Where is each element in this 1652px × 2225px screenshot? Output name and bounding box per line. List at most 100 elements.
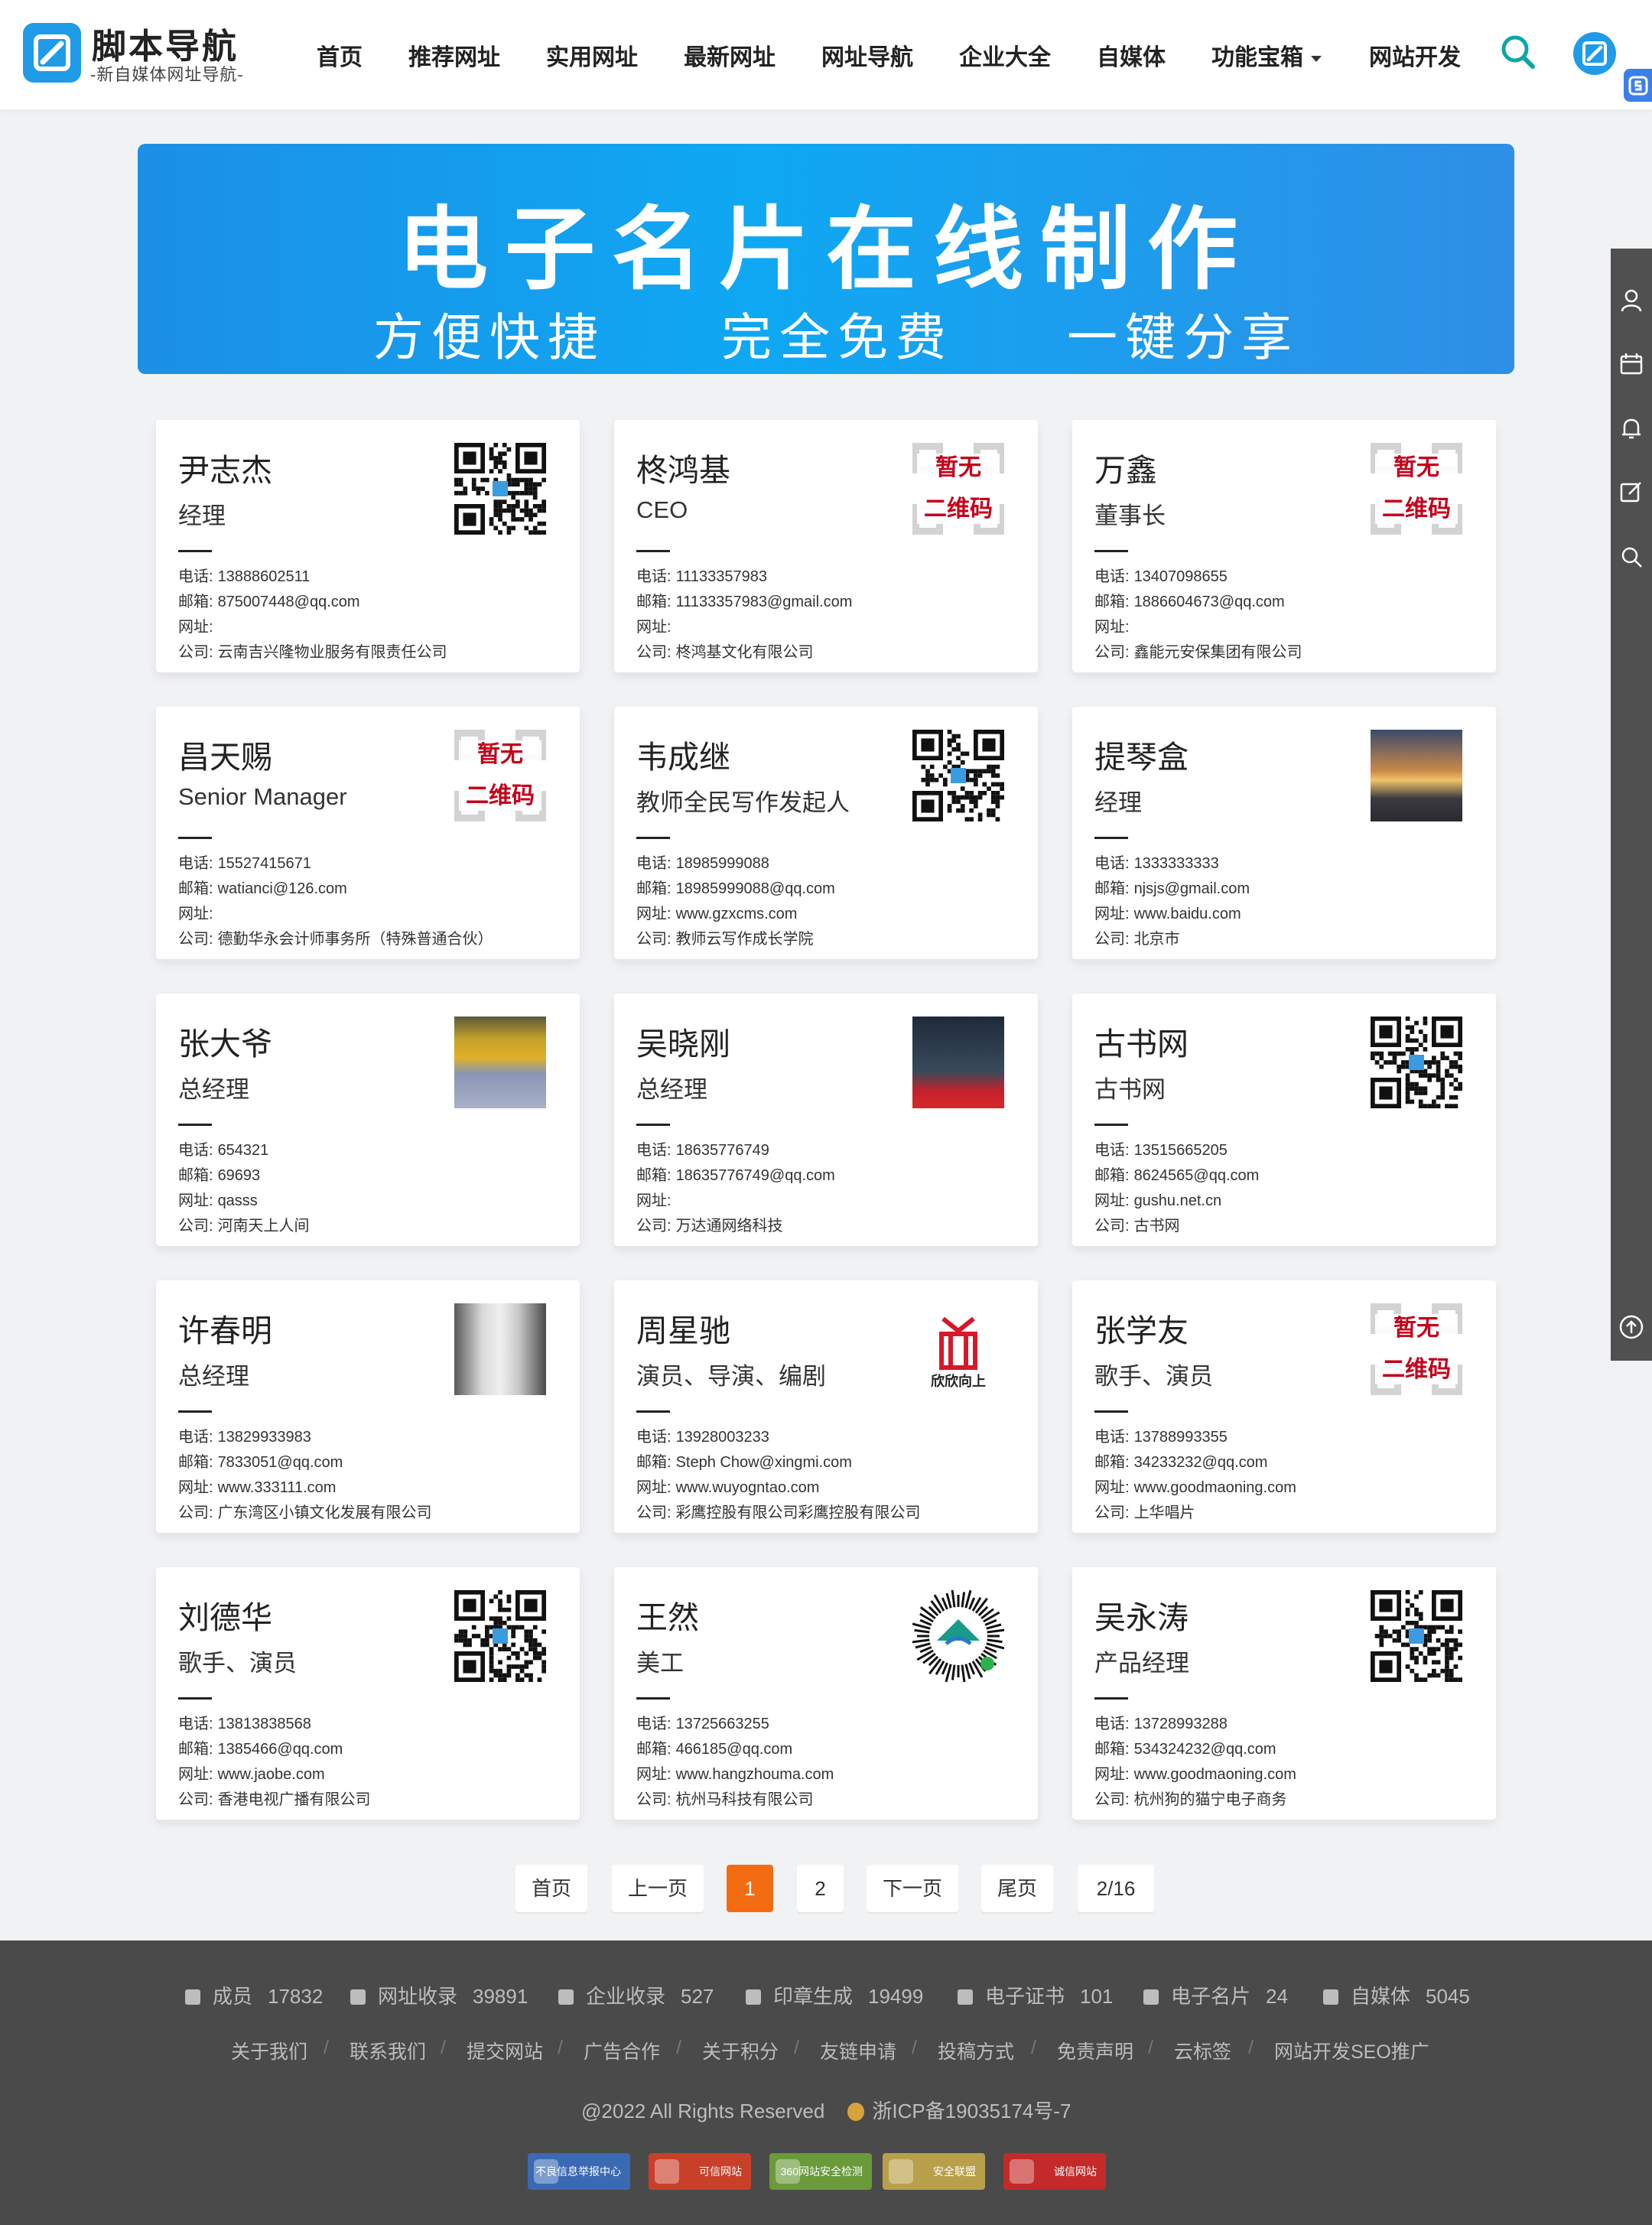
business-card[interactable]: 周星驰 演员、导演、编剧 电话: 13928003233 邮箱: Steph Chow@x…: [614, 1280, 1038, 1533]
business-card[interactable]: 昌天赐 Senior Manager 电话: 15527415671 邮箱: watian…: [156, 707, 580, 959]
nav-companies[interactable]: 企业大全: [959, 38, 1051, 72]
nav-home[interactable]: 首页: [317, 38, 363, 72]
stat-cards[interactable]: 电子名片 24: [1143, 1981, 1288, 2009]
nav-recommended[interactable]: 推荐网址: [408, 38, 500, 72]
business-card[interactable]: 吴永涛 产品经理 电话: 13728993288 邮箱: 534324232@qq.com…: [1072, 1567, 1496, 1820]
mini-program-code-image[interactable]: [911, 1589, 1006, 1683]
card-website[interactable]: www.jaobe.com: [218, 1766, 325, 1783]
card-job-title: 经理: [178, 503, 226, 529]
card-phone: 1333333333: [1133, 855, 1219, 872]
card-website[interactable]: www.wuyogntao.com: [676, 1479, 820, 1496]
user-avatar[interactable]: [1573, 32, 1616, 75]
card-email: njsjs@gmail.com: [1133, 880, 1250, 897]
business-card[interactable]: 刘德华 歌手、演员 电话: 13813838568 邮箱: 1385466@qq.com 网…: [156, 1567, 580, 1820]
footer-link[interactable]: 云标签: [1174, 2037, 1231, 2064]
page-prev-button[interactable]: 上一页: [612, 1865, 704, 1912]
page-2-button[interactable]: 2: [797, 1865, 844, 1912]
card-email-label: 邮箱:: [178, 1454, 213, 1471]
icp-link[interactable]: 浙ICP备19035174号-7: [847, 2100, 1071, 2123]
qr-code-image[interactable]: [454, 1590, 546, 1682]
back-to-top-icon[interactable]: [1618, 1313, 1645, 1341]
bell-icon[interactable]: [1618, 415, 1645, 442]
company-logo[interactable]: 欣欣向上: [912, 1303, 1004, 1395]
nav-toolbox[interactable]: 功能宝箱: [1211, 38, 1322, 72]
business-card[interactable]: 许春明 总经理 电话: 13829933983 邮箱: 7833051@qq.com 网址:…: [156, 1280, 580, 1533]
business-card[interactable]: 吴晓刚 总经理 电话: 18635776749 邮箱: 18635776749@qq.co…: [614, 994, 1038, 1246]
stat-seals[interactable]: 印章生成 19499: [746, 1981, 923, 2009]
business-card[interactable]: 张学友 歌手、演员 电话: 13788993355 邮箱: 34233232@qq.com…: [1072, 1280, 1496, 1533]
stat-certificates[interactable]: 电子证书 101: [958, 1981, 1113, 2009]
card-website[interactable]: www.goodmaoning.com: [1134, 1479, 1296, 1496]
footer-link[interactable]: 网站开发SEO推广: [1274, 2037, 1429, 2064]
page-last-button[interactable]: 尾页: [981, 1865, 1053, 1912]
card-website[interactable]: www.333111.com: [218, 1479, 337, 1496]
search-icon[interactable]: [1499, 33, 1537, 75]
card-photo[interactable]: [454, 1303, 546, 1395]
stat-companies[interactable]: 企业收录 527: [558, 1981, 714, 2009]
nav-useful[interactable]: 实用网址: [546, 38, 638, 72]
stat-self-media[interactable]: 自媒体 5045: [1323, 1981, 1470, 2009]
nav-latest[interactable]: 最新网址: [684, 38, 776, 72]
stat-members[interactable]: 成员 17832: [185, 1981, 323, 2009]
footer-link[interactable]: 联系我们: [350, 2037, 426, 2064]
card-website[interactable]: gushu.net.cn: [1134, 1192, 1222, 1209]
user-icon[interactable]: [1618, 287, 1645, 314]
calendar-icon[interactable]: [1618, 350, 1645, 378]
edit-icon[interactable]: [1618, 478, 1645, 506]
footer-link[interactable]: 关于积分: [702, 2037, 779, 2064]
card-company-row: 公司: 北京市: [1094, 926, 1180, 948]
card-company: 柊鸿基文化有限公司: [675, 644, 814, 661]
stat-sites[interactable]: 网址收录 39891: [350, 1981, 528, 2009]
stat-label: 自媒体: [1351, 1985, 1411, 2008]
footer-link[interactable]: 投稿方式: [938, 2037, 1014, 2064]
footer-link[interactable]: 免责声明: [1057, 2037, 1133, 2064]
page-1-button[interactable]: 1: [727, 1865, 773, 1912]
footer-link[interactable]: 提交网站: [467, 2037, 543, 2064]
page-first-button[interactable]: 首页: [515, 1865, 587, 1912]
card-website-label: 网址:: [636, 906, 672, 922]
card-website[interactable]: www.goodmaoning.com: [1134, 1766, 1296, 1783]
page-next-button[interactable]: 下一页: [867, 1865, 958, 1912]
floating-s-icon[interactable]: [1624, 69, 1652, 102]
nav-directory[interactable]: 网址导航: [821, 38, 913, 72]
card-job-title: 美工: [636, 1650, 684, 1677]
nav-web-dev[interactable]: 网站开发: [1369, 38, 1461, 72]
business-card[interactable]: 尹志杰 经理 电话: 13888602511 邮箱: 875007448@qq.com 网址…: [156, 420, 580, 672]
stat-value: 17832: [268, 1985, 324, 2008]
business-card[interactable]: 万鑫 董事长 电话: 13407098655 邮箱: 1886604673@qq.com 网…: [1072, 420, 1496, 672]
card-divider: [178, 550, 212, 552]
footer-link[interactable]: 友链申请: [820, 2037, 896, 2064]
card-website-label: 网址:: [1094, 1479, 1130, 1496]
business-card[interactable]: 古书网 古书网 电话: 13515665205 邮箱: 8624565@qq.com 网址:…: [1072, 994, 1496, 1246]
card-email-label: 邮箱:: [1094, 1167, 1130, 1184]
card-photo[interactable]: [454, 1017, 546, 1108]
footer-trust-badge[interactable]: 安全联盟: [883, 2153, 985, 2190]
qr-code-image[interactable]: [1371, 1017, 1462, 1108]
business-card[interactable]: 王然 美工 电话: 13725663255 邮箱: 466185@qq.com 网址: www…: [614, 1567, 1038, 1820]
business-card[interactable]: 提琴盒 经理 电话: 1333333333 邮箱: njsjs@gmail.com 网址: w…: [1072, 707, 1496, 959]
card-photo[interactable]: [1371, 730, 1462, 821]
qr-code-image[interactable]: [912, 730, 1004, 821]
toolbar-search-icon[interactable]: [1618, 543, 1645, 571]
card-website[interactable]: www.gzxcms.com: [676, 906, 798, 922]
card-photo[interactable]: [912, 1017, 1004, 1108]
logo-icon[interactable]: [23, 23, 81, 83]
card-company-row: 公司: 杭州马科技有限公司: [636, 1787, 814, 1809]
card-website[interactable]: qasss: [218, 1192, 258, 1209]
footer-trust-badge[interactable]: 诚信网站: [1003, 2153, 1106, 2190]
card-email-row: 邮箱: 11133357983@gmail.com: [636, 589, 852, 611]
business-card[interactable]: 韦成继 教师全民写作发起人 电话: 18985999088 邮箱: 18985999088…: [614, 707, 1038, 959]
business-card[interactable]: 张大爷 总经理 电话: 654321 邮箱: 69693 网址: qasss 公司: 河南天上人间: [156, 994, 580, 1246]
footer-trust-badge[interactable]: 360网站安全检测: [769, 2153, 872, 2190]
footer-trust-badge[interactable]: 可信网站: [649, 2153, 751, 2190]
card-website[interactable]: www.hangzhouma.com: [676, 1766, 834, 1783]
footer-trust-badge[interactable]: 不良信息举报中心: [528, 2153, 630, 2190]
footer-link[interactable]: 广告合作: [584, 2037, 660, 2064]
card-website[interactable]: www.baidu.com: [1134, 906, 1241, 922]
footer-link[interactable]: 关于我们: [231, 2037, 307, 2064]
hero-banner[interactable]: 电子名片在线制作 方便快捷 完全免费 一键分享: [138, 144, 1514, 374]
business-card[interactable]: 柊鸿基 CEO 电话: 11133357983 邮箱: 11133357983@gmail…: [614, 420, 1038, 672]
qr-code-image[interactable]: [1371, 1590, 1462, 1682]
nav-self-media[interactable]: 自媒体: [1097, 38, 1166, 72]
qr-code-image[interactable]: [454, 443, 546, 535]
